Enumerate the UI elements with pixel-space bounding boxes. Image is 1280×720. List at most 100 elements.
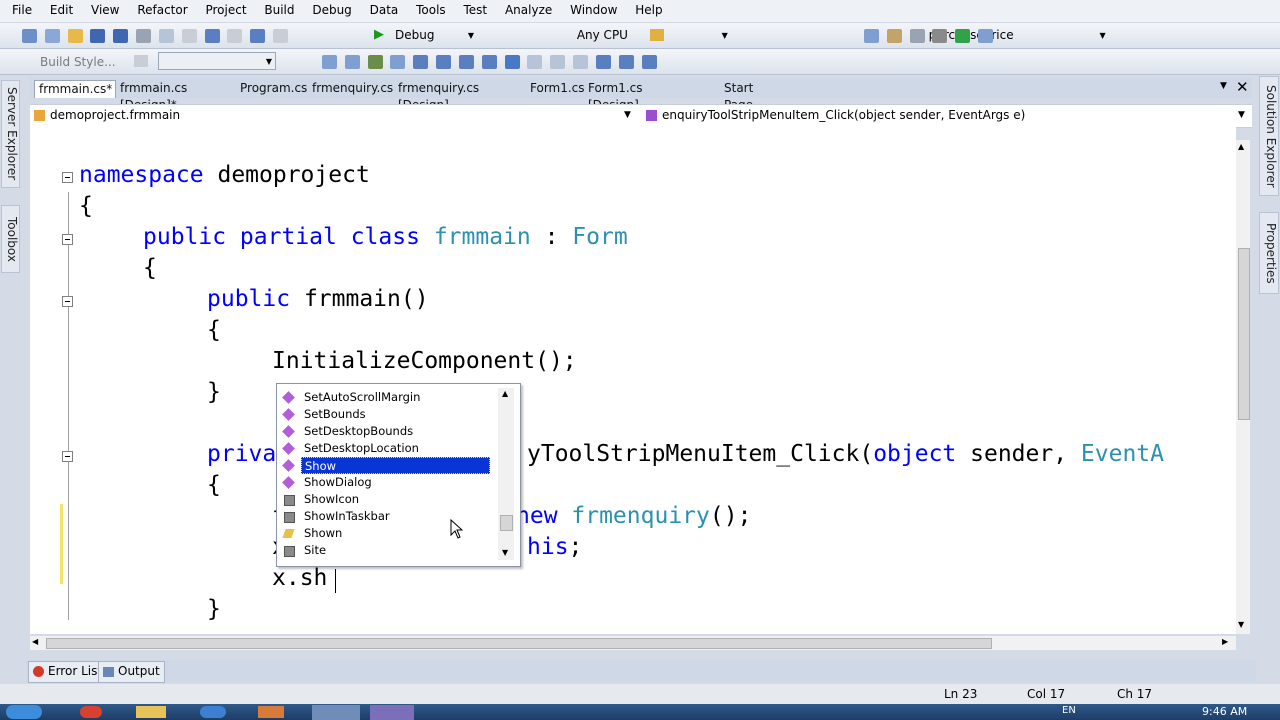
completion-item[interactable]: ShowInTaskbar [281,508,499,525]
solution-explorer-tab[interactable]: Solution Explorer [1259,76,1279,196]
scroll-left-icon[interactable]: ◀ [32,637,38,646]
comment-icon[interactable] [458,54,474,69]
menu-debug[interactable]: Debug [312,0,351,17]
error-list-tab[interactable]: Error List [28,661,108,683]
build-style-button[interactable]: Build Style... [40,55,116,69]
properties-icon[interactable] [886,28,902,43]
completion-item[interactable]: SetBounds [281,406,499,423]
chrome-icon[interactable] [80,706,102,718]
intellisense-scrollbar[interactable]: ▲ ▼ [498,388,514,560]
menu-file[interactable]: File [12,0,32,17]
tab-form1-cs[interactable]: Form1.cs [526,80,585,98]
indent-icon[interactable] [413,54,429,69]
navigate-forward-icon[interactable] [273,28,289,43]
bookmark-doc-icon[interactable] [618,54,634,69]
ie-icon[interactable] [200,706,226,718]
horizontal-scrollbar[interactable]: ◀ ▶ [30,636,1236,650]
bookmark-icon[interactable] [504,54,520,69]
bookmark-prev-icon[interactable] [527,54,543,69]
properties-tab[interactable]: Properties [1259,212,1279,294]
close-icon[interactable]: ✕ [1236,78,1249,96]
clock[interactable]: 9:46 AM [1202,705,1247,718]
start-page-icon[interactable] [955,28,971,43]
tab-dropdown-icon[interactable]: ▼ [1220,81,1227,91]
code-editor[interactable]: namespace demoproject { public partial c… [30,126,1236,634]
style-icon[interactable] [134,55,148,67]
solution-explorer-icon[interactable] [864,28,879,43]
tab-start-page[interactable]: Start Page [720,80,790,112]
undo-icon[interactable] [204,28,220,43]
scroll-down-icon[interactable]: ▼ [1238,620,1244,629]
redo-icon[interactable] [227,28,243,43]
tab-frmmain-design[interactable]: frmmain.cs [Design]* [116,80,234,112]
save-all-icon[interactable] [113,28,129,43]
scroll-down-icon[interactable]: ▼ [502,548,508,557]
member-combo[interactable]: enquiryToolStripMenuItem_Click(object se… [642,106,1250,125]
uncomment-icon[interactable] [481,54,497,69]
start-button-icon[interactable] [6,705,42,719]
tab-frmenquiry-design[interactable]: frmenquiry.cs [Design] [394,80,520,112]
start-debugging-icon[interactable]: ▶ [374,27,384,42]
toolbox-tab[interactable]: Toolbox [1,205,20,273]
tab-frmmain-cs[interactable]: frmmain.cs* [34,80,116,98]
menu-refactor[interactable]: Refactor [137,0,187,17]
bookmark-folder-icon[interactable] [595,54,611,69]
type-combo[interactable]: demoproject.frmmain ▼ [30,106,636,125]
completion-item-selected[interactable]: Show [281,457,499,474]
collapse-icon[interactable] [62,451,73,462]
scrollbar-thumb[interactable] [46,638,992,649]
completion-item[interactable]: ShowDialog [281,474,499,491]
copy-icon[interactable] [158,28,174,43]
edit-icon[interactable] [367,54,383,69]
align-grid-icon[interactable] [344,54,360,69]
menu-data[interactable]: Data [370,0,399,17]
solution-config-combo[interactable]: Debug ▼ [390,26,478,44]
paste-icon[interactable] [181,28,197,43]
add-item-icon[interactable] [44,28,60,43]
other-windows-icon[interactable] [978,28,994,43]
scrollbar-thumb[interactable] [500,515,513,531]
completion-item[interactable]: ShowIcon [281,491,499,508]
collapse-icon[interactable] [62,172,73,183]
bookmark-next-icon[interactable] [550,54,566,69]
tab-program-cs[interactable]: Program.cs [236,80,307,98]
menu-test[interactable]: Test [464,0,488,17]
language-indicator[interactable]: EN [1062,705,1076,716]
menu-view[interactable]: View [91,0,119,17]
save-icon[interactable] [90,28,106,43]
collapse-icon[interactable] [62,234,73,245]
bookmark-clear-icon[interactable] [573,54,589,69]
completion-item[interactable]: SetAutoScrollMargin [281,389,499,406]
scrollbar-thumb[interactable] [1238,248,1250,420]
cut-icon[interactable] [136,28,152,43]
output-tab[interactable]: Output [98,661,165,683]
scroll-right-icon[interactable]: ▶ [1222,637,1228,646]
server-explorer-tab[interactable]: Server Explorer [1,80,20,188]
style-combo[interactable]: ▼ [158,52,276,70]
menu-tools[interactable]: Tools [416,0,446,17]
scroll-up-icon[interactable]: ▲ [502,389,508,398]
explorer-icon[interactable] [136,706,166,718]
new-project-icon[interactable] [22,28,37,43]
completion-item[interactable]: Shown [281,525,499,542]
object-browser-icon[interactable] [909,28,925,43]
collapse-icon[interactable] [62,296,73,307]
outdent-icon[interactable] [436,54,452,69]
completion-item[interactable]: Site [281,542,499,559]
tab-frmenquiry-cs[interactable]: frmenquiry.cs [308,80,393,98]
open-file-icon[interactable] [67,28,83,43]
toolbox-icon[interactable] [932,28,948,43]
menu-build[interactable]: Build [264,0,294,17]
align-icon[interactable] [322,54,337,69]
visual-studio-icon[interactable] [370,705,414,720]
find-in-files-icon[interactable] [650,29,664,41]
completion-item[interactable]: SetDesktopBounds [281,423,499,440]
app-icon[interactable] [258,706,284,718]
vertical-scrollbar[interactable]: ▲ ▼ [1236,140,1250,634]
navigate-back-icon[interactable] [250,28,266,43]
firefox-icon[interactable] [312,705,360,720]
bookmark-all-icon[interactable] [641,54,657,69]
completion-item[interactable]: SetDesktopLocation [281,440,499,457]
text-format-icon[interactable] [390,54,406,69]
scroll-up-icon[interactable]: ▲ [1238,142,1244,151]
